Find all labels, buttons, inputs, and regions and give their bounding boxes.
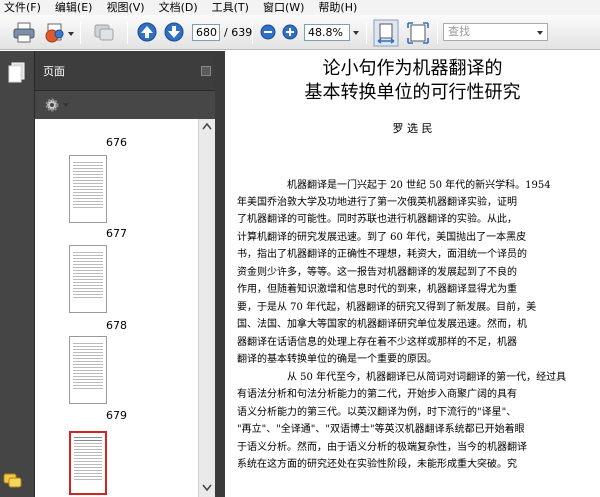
- document-title-line: 论小句作为机器翻译的: [322, 58, 503, 79]
- document-page: 论小句作为机器翻译的 基本转换单位的可行性研究 罗 选 民 机器翻译是一门兴起于…: [225, 51, 600, 497]
- full-screen-icon[interactable]: [406, 21, 430, 45]
- pages-panel-header: 页面: [35, 51, 215, 91]
- zoom-level-field[interactable]: 48.8%: [304, 24, 350, 41]
- search-input[interactable]: 查找: [443, 23, 548, 41]
- print-icon[interactable]: [12, 21, 36, 43]
- body-line: 机器翻译是一门兴起于 20 世纪 50 年代的新兴学科。1954: [287, 180, 551, 191]
- document-title-line: 基本转换单位的可行性研究: [304, 82, 521, 103]
- menu-document[interactable]: 文档(D): [159, 0, 198, 15]
- panel-close-button[interactable]: [201, 66, 211, 76]
- pane-splitter[interactable]: [215, 51, 225, 497]
- body-line: 年美国乔治敦大学及功地进行了第一次俄英机器翻译实验，证明: [237, 197, 517, 208]
- chevron-down-icon[interactable]: [68, 32, 74, 36]
- body-line: 器翻译在话语信息的处理上存在着不少这样或那样的不足，机器: [237, 337, 517, 348]
- review-icon[interactable]: [92, 21, 116, 43]
- body-line: 资金则少许多，等等。这一报告对机器翻译的发展起到了不良的: [237, 267, 517, 278]
- chevron-down-icon[interactable]: [537, 31, 543, 35]
- body-line: 翻译的基本转换单位的确是一个重要的原因。: [237, 354, 437, 365]
- fit-page-icon[interactable]: [373, 19, 399, 47]
- page-number-input[interactable]: 680: [192, 24, 220, 41]
- thumbnail-label: 677: [106, 227, 127, 240]
- pages-icon[interactable]: [8, 62, 26, 84]
- zoom-out-icon[interactable]: [260, 24, 276, 40]
- page-total: / 639: [224, 26, 253, 39]
- navigation-pane-strip: [0, 51, 35, 497]
- body-line: "再立"、"全译通"、"双语博士"等英汉机器翻译系统都已开始着眼: [237, 424, 525, 435]
- zoom-in-icon[interactable]: [282, 24, 298, 40]
- attach-icon[interactable]: [43, 21, 67, 43]
- body-line: 有语法分析和句法分析能力的第二代，开始步入商聚广阔的具有: [237, 389, 517, 400]
- thumbnails-scrollbar[interactable]: [198, 119, 215, 497]
- menu-window[interactable]: 窗口(W): [263, 0, 304, 15]
- body-line: 系统在这方面的研究还处在实验性阶段，未能形成重大突破。究: [237, 459, 517, 470]
- menu-edit[interactable]: 编辑(E): [55, 0, 93, 15]
- scroll-down-icon[interactable]: [202, 484, 212, 492]
- thumbnail-label: 676: [106, 136, 127, 149]
- page-thumbnail-selected[interactable]: [69, 431, 107, 495]
- document-author: 罗 选 民: [392, 122, 433, 135]
- menu-file[interactable]: 文件(F): [4, 0, 41, 15]
- pages-panel-toolbar: [35, 91, 215, 119]
- body-line: 国、法国、加拿大等国家的机器翻译研究单位发展迅速。然而，机: [237, 319, 527, 330]
- comments-icon[interactable]: [3, 472, 23, 490]
- body-line: 计算机翻译的研究发展迅速。到了 60 年代，美国抛出了一本黑皮: [237, 232, 527, 243]
- body-line: 要，于是从 70 年代起，机器翻译的研究又得到了新发展。目前，美: [237, 302, 537, 313]
- body-line: 书，指出了机器翻译的正确性不理想，耗资大，面泪统一个译员的: [237, 249, 527, 260]
- page-thumbnails-list: 676 677 678 679: [35, 119, 198, 497]
- page-thumbnail[interactable]: [69, 155, 107, 223]
- body-line: 语义分析能力的第三代。以英汉翻译为例，时下流行的"译星"、: [237, 407, 517, 418]
- options-gear-icon[interactable]: [43, 97, 61, 113]
- menu-tools[interactable]: 工具(T): [212, 0, 249, 15]
- menu-help[interactable]: 帮助(H): [318, 0, 357, 15]
- body-line: 了机器翻译的可能性。同时苏联也进行机器翻译的实验。从此，: [237, 214, 517, 225]
- menu-bar: 文件(F) 编辑(E) 视图(V) 文档(D) 工具(T) 窗口(W) 帮助(H…: [0, 0, 600, 15]
- body-line: 从 50 年代至今，机器翻译已从简词对词翻译的第一代，经过具: [287, 372, 567, 383]
- chevron-down-icon[interactable]: [63, 103, 69, 107]
- next-page-icon[interactable]: [163, 22, 185, 42]
- previous-page-icon[interactable]: [136, 22, 158, 42]
- thumbnail-label: 678: [106, 319, 127, 332]
- page-thumbnail[interactable]: [69, 336, 107, 404]
- menu-view[interactable]: 视图(V): [106, 0, 144, 15]
- page-thumbnail[interactable]: [69, 245, 107, 313]
- thumbnail-label: 679: [106, 409, 127, 422]
- chevron-down-icon[interactable]: [353, 31, 359, 35]
- panel-title: 页面: [43, 65, 65, 78]
- scroll-up-icon[interactable]: [202, 122, 212, 130]
- body-line: 作用，但随着知识激增和信息时代的到来，机器翻译显得尤为重: [237, 284, 517, 295]
- body-line: 于语义分析。然而，由于语义分析的极端复杂性，当今的机器翻译: [237, 442, 527, 453]
